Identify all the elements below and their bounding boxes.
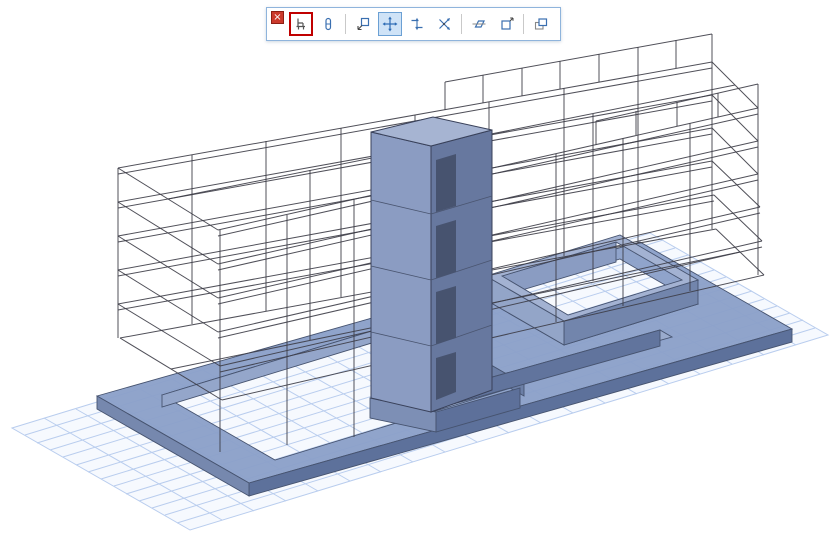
box-cursor-icon xyxy=(355,16,371,32)
close-button[interactable]: × xyxy=(271,11,284,24)
offset-box-icon xyxy=(498,16,514,32)
tool-offset-box[interactable] xyxy=(494,12,518,36)
viewport-3d[interactable] xyxy=(0,0,830,538)
tool-skew[interactable] xyxy=(467,12,491,36)
floating-toolbar: × xyxy=(266,7,561,41)
column-capsule-icon xyxy=(320,16,336,32)
core-tower[interactable] xyxy=(371,117,492,412)
stretch-arrows-icon xyxy=(409,16,425,32)
tool-drag-box[interactable] xyxy=(351,12,375,36)
parallelogram-icon xyxy=(471,16,487,32)
toolbar-divider xyxy=(345,14,346,34)
tool-rotate[interactable] xyxy=(432,12,456,36)
tool-stretch[interactable] xyxy=(405,12,429,36)
tool-multiply[interactable] xyxy=(529,12,553,36)
multiply-rects-icon xyxy=(533,16,549,32)
tool-elevate-column[interactable] xyxy=(316,12,340,36)
move-arrows-icon xyxy=(382,16,398,32)
rotate-cross-icon xyxy=(436,16,452,32)
chair-icon xyxy=(293,16,309,32)
toolbar-divider xyxy=(523,14,524,34)
application-window: × xyxy=(0,0,830,538)
tool-move[interactable] xyxy=(378,12,402,36)
toolbar-divider xyxy=(461,14,462,34)
tool-drag-element[interactable] xyxy=(289,12,313,36)
